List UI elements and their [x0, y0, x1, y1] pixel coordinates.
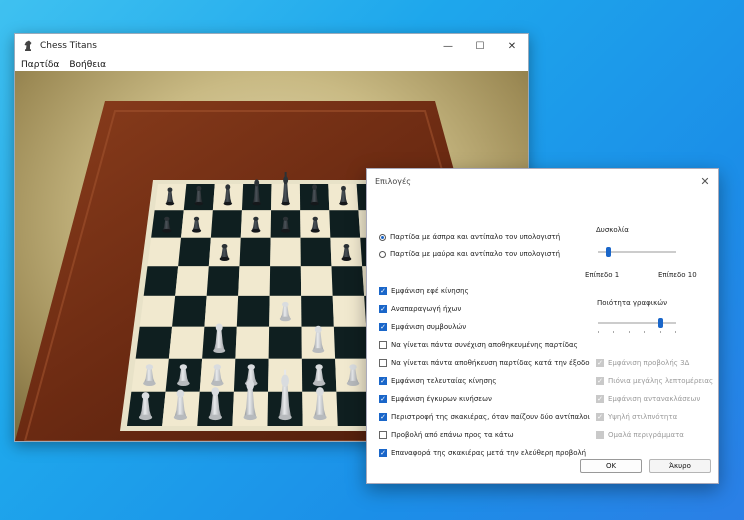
option-row[interactable]: Να γίνεται πάντα αποθήκευση παρτίδας κατ…: [379, 357, 590, 369]
board-square[interactable]: [331, 266, 365, 296]
checkbox-disabled: ✓: [596, 376, 604, 385]
board-square[interactable]: [268, 326, 302, 359]
radio-play-black[interactable]: Παρτίδα με μαύρα και αντίπαλο τον υπολογ…: [379, 248, 560, 260]
board-square[interactable]: [300, 237, 332, 267]
checkbox-label: Εμφάνιση προβολής 3Δ: [608, 359, 690, 367]
board-square[interactable]: [175, 266, 209, 296]
board-square[interactable]: [300, 266, 333, 296]
difficulty-slider-thumb[interactable]: [606, 247, 611, 257]
board-square[interactable]: [269, 266, 302, 296]
checkbox[interactable]: ✓: [379, 449, 387, 457]
radio-label: Παρτίδα με άσπρα και αντίπαλο τον υπολογ…: [390, 233, 561, 241]
maximize-button[interactable]: ☐: [464, 34, 496, 58]
checkbox-label: Ομαλά περιγράμματα: [608, 431, 684, 439]
checkbox[interactable]: ✓: [379, 395, 387, 403]
board-square[interactable]: [135, 326, 173, 359]
option-row[interactable]: ✓ Εμφάνιση έγκυρων κινήσεων: [379, 393, 492, 405]
cancel-button[interactable]: Άκυρο: [649, 459, 711, 473]
board-square[interactable]: [178, 237, 211, 267]
board-square[interactable]: [238, 266, 271, 296]
checkbox-label: Αναπαραγωγή ήχων: [391, 305, 462, 313]
minimize-button[interactable]: —: [432, 34, 464, 58]
checkbox[interactable]: [379, 359, 387, 367]
board-square[interactable]: [147, 237, 181, 267]
option-row[interactable]: ✓ Επαναφορά της σκακιέρας μετά την ελεύθε…: [379, 447, 586, 459]
option-row[interactable]: ✓ Αναπαραγωγή ήχων: [379, 303, 461, 315]
checkbox[interactable]: [379, 431, 387, 439]
menu-help[interactable]: Βοήθεια: [69, 60, 106, 70]
graphics-quality-label: Ποιότητα γραφικών: [597, 299, 667, 307]
chess-knight-icon: [21, 39, 35, 53]
board-square[interactable]: [143, 266, 179, 296]
checkbox[interactable]: ✓: [379, 377, 387, 385]
difficulty-min-label: Επίπεδο 1: [585, 271, 620, 279]
board-square[interactable]: [206, 266, 240, 296]
board-square[interactable]: [139, 295, 176, 327]
graphics-quality-slider-thumb[interactable]: [657, 318, 663, 328]
radio-play-white[interactable]: Παρτίδα με άσπρα και αντίπαλο τον υπολογ…: [379, 231, 560, 243]
option-row[interactable]: Προβολή από επάνω προς τα κάτω: [379, 429, 514, 441]
difficulty-max-label: Επίπεδο 10: [658, 271, 697, 279]
checkbox-label: Περιστροφή της σκακιέρας, όταν παίζουν δ…: [391, 413, 590, 421]
graphics-option-row: ✓ Εμφάνιση αντανακλάσεων: [596, 393, 700, 405]
board-square[interactable]: [332, 295, 367, 327]
option-row[interactable]: Να γίνεται πάντα συνέχιση αποθηκευμένης …: [379, 339, 578, 351]
window-title: Chess Titans: [40, 41, 97, 51]
checkbox-label: Εμφάνιση έγκυρων κινήσεων: [391, 395, 492, 403]
checkbox-label: Να γίνεται πάντα συνέχιση αποθηκευμένης …: [391, 341, 578, 349]
dialog-titlebar[interactable]: Επιλογές ✕: [367, 169, 718, 194]
checkbox-disabled: [596, 431, 604, 439]
menu-bar: Παρτίδα Βοήθεια: [15, 58, 528, 71]
board-square[interactable]: [239, 237, 271, 267]
board-square[interactable]: [236, 295, 270, 327]
difficulty-label: Δυσκολία: [596, 226, 629, 234]
dialog-title: Επιλογές: [375, 177, 411, 186]
checkbox-disabled: ✓: [596, 412, 604, 421]
difficulty-slider[interactable]: [598, 247, 676, 257]
window-titlebar[interactable]: Chess Titans — ☐ ✕: [15, 34, 528, 58]
checkbox-label: Να γίνεται πάντα αποθήκευση παρτίδας κατ…: [391, 359, 590, 367]
checkbox-label: Επαναφορά της σκακιέρας μετά την ελεύθερ…: [391, 449, 587, 457]
option-row[interactable]: ✓ Εμφάνιση συμβουλών: [379, 321, 466, 333]
checkbox-label: Πιόνια μεγάλης λεπτομέρειας: [608, 377, 714, 385]
board-square[interactable]: [168, 326, 205, 359]
checkbox[interactable]: ✓: [379, 413, 387, 421]
radio-button[interactable]: [379, 233, 386, 241]
board-square[interactable]: [204, 295, 239, 327]
option-row[interactable]: ✓ Περιστροφή της σκακιέρας, όταν παίζουν …: [379, 411, 590, 423]
board-square[interactable]: [235, 326, 270, 359]
dialog-close-icon[interactable]: ✕: [698, 174, 712, 188]
checkbox-label: Υψηλή στιλπνότητα: [608, 413, 678, 421]
option-row[interactable]: ✓ Εμφάνιση εφέ κίνησης: [379, 285, 469, 297]
checkbox[interactable]: ✓: [379, 287, 387, 295]
radio-label: Παρτίδα με μαύρα και αντίπαλο τον υπολογ…: [390, 250, 561, 258]
checkbox-label: Εμφάνιση εφέ κίνησης: [391, 287, 469, 295]
checkbox-label: Εμφάνιση συμβουλών: [391, 323, 467, 331]
radio-button[interactable]: [379, 250, 386, 258]
options-dialog: Επιλογές ✕ Παρτίδα με άσπρα και αντίπαλο…: [366, 168, 719, 484]
checkbox[interactable]: [379, 341, 387, 349]
checkbox-label: Προβολή από επάνω προς τα κάτω: [391, 431, 514, 439]
checkbox-disabled: ✓: [596, 358, 604, 367]
board-square[interactable]: [329, 210, 361, 238]
checkbox-label: Εμφάνιση τελευταίας κίνησης: [391, 377, 497, 385]
checkbox[interactable]: ✓: [379, 323, 387, 331]
board-square[interactable]: [301, 295, 334, 327]
graphics-option-row: ✓ Πιόνια μεγάλης λεπτομέρειας: [596, 375, 713, 387]
board-square[interactable]: [172, 295, 207, 327]
checkbox[interactable]: ✓: [379, 305, 387, 313]
close-button[interactable]: ✕: [496, 34, 528, 58]
graphics-option-row: ✓ Εμφάνιση προβολής 3Δ: [596, 357, 689, 369]
option-row[interactable]: ✓ Εμφάνιση τελευταίας κίνησης: [379, 375, 496, 387]
graphics-option-row: Ομαλά περιγράμματα: [596, 429, 684, 441]
checkbox-disabled: ✓: [596, 394, 604, 403]
graphics-quality-slider[interactable]: [598, 318, 676, 333]
menu-game[interactable]: Παρτίδα: [21, 60, 59, 70]
board-square[interactable]: [270, 237, 301, 267]
checkbox-label: Εμφάνιση αντανακλάσεων: [608, 395, 701, 403]
board-square[interactable]: [333, 326, 369, 359]
graphics-option-row: ✓ Υψηλή στιλπνότητα: [596, 411, 677, 423]
ok-button[interactable]: OK: [580, 459, 642, 473]
board-square[interactable]: [210, 210, 242, 238]
